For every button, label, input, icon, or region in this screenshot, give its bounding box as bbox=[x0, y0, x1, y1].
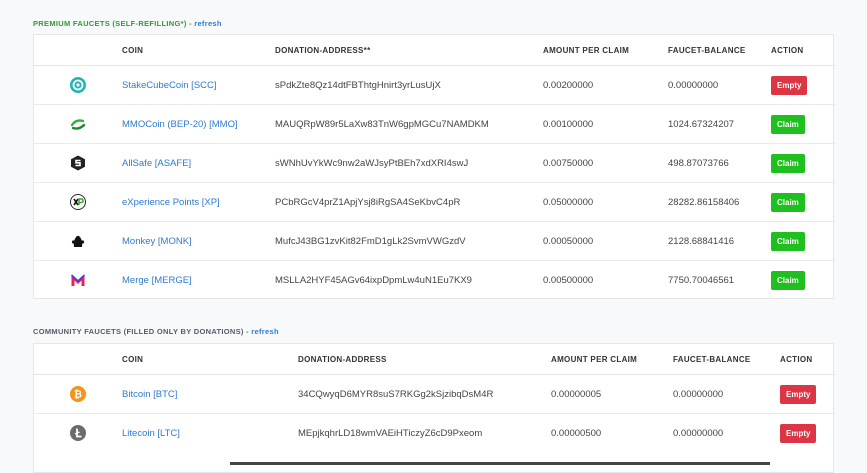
claim-button[interactable]: Claim bbox=[771, 192, 805, 212]
table-row: Merge [MERGE] MSLLA2HYF45AGv64ixpDpmLw4u… bbox=[34, 261, 835, 300]
bitcoin-icon: ₿ bbox=[70, 386, 86, 402]
community-title-text: COMMUNITY FAUCETS (FILLED ONLY BY DONATI… bbox=[33, 327, 244, 336]
donation-address: sWNhUvYkWc9nw2aWJsyPtBEh7xdXRI4swJ bbox=[275, 143, 543, 183]
faucet-balance: 28282.86158406 bbox=[668, 182, 771, 222]
donation-address: sPdkZte8Qz14dtFBThtgHnirt3yrLusUjX bbox=[275, 65, 543, 105]
table-row: eXperience Points [XP] PCbRGcV4prZ1ApjYs… bbox=[34, 182, 835, 222]
coin-link[interactable]: AllSafe [ASAFE] bbox=[122, 158, 191, 169]
table-header-row: COIN DONATION-ADDRESS AMOUNT PER CLAIM F… bbox=[34, 344, 835, 375]
address-column-header: DONATION-ADDRESS bbox=[298, 344, 551, 375]
empty-button[interactable]: Empty bbox=[780, 423, 817, 443]
faucet-balance: 0.00000000 bbox=[673, 427, 724, 439]
monkey-icon bbox=[71, 235, 85, 247]
table-row: AllSafe [ASAFE] sWNhUvYkWc9nw2aWJsyPtBEh… bbox=[34, 143, 835, 183]
table-header-row: COIN DONATION-ADDRESS** AMOUNT PER CLAIM… bbox=[34, 35, 835, 66]
premium-faucets-table-card: COIN DONATION-ADDRESS** AMOUNT PER CLAIM… bbox=[33, 34, 835, 299]
coin-link[interactable]: Bitcoin [BTC] bbox=[122, 389, 177, 400]
donation-address: PCbRGcV4prZ1ApjYsj8iRgSA4SeKbvC4pR bbox=[275, 182, 543, 222]
table-row: ₿ Bitcoin [BTC] 34CQwyqD6MYR8suS7RKGg2kS… bbox=[34, 374, 835, 414]
coin-link[interactable]: Merge [MERGE] bbox=[122, 275, 192, 286]
coin-column-header: COIN bbox=[122, 344, 298, 375]
donation-address: 34CQwyqD6MYR8suS7RKGg2kSjzibqDsM4R bbox=[298, 374, 551, 414]
donation-address: MSLLA2HYF45AGv64ixpDpmLw4uN1Eu7KX9 bbox=[275, 274, 472, 286]
donation-address: MufcJ43BG1zvKit82FmD1gLk2SvmVWGzdV bbox=[275, 221, 543, 261]
coin-link[interactable]: Monkey [MONK] bbox=[122, 236, 192, 247]
amount-per-claim: 0.00500000 bbox=[543, 274, 594, 286]
coin-link[interactable]: StakeCubeCoin [SCC] bbox=[122, 80, 217, 91]
claim-button[interactable]: Claim bbox=[771, 270, 805, 290]
premium-faucets-title: PREMIUM FAUCETS (SELF-REFILLING*) - refr… bbox=[33, 19, 222, 28]
action-column-header: ACTION bbox=[780, 344, 835, 375]
claim-button[interactable]: Claim bbox=[771, 231, 805, 251]
premium-faucets-table: COIN DONATION-ADDRESS** AMOUNT PER CLAIM… bbox=[34, 35, 835, 299]
faucet-balance: 2128.68841416 bbox=[668, 221, 771, 261]
icon-column-header bbox=[34, 35, 122, 66]
faucet-balance: 0.00000000 bbox=[673, 374, 780, 414]
merge-icon bbox=[70, 274, 86, 286]
community-faucets-table: COIN DONATION-ADDRESS AMOUNT PER CLAIM F… bbox=[34, 344, 835, 452]
claim-button[interactable]: Claim bbox=[771, 153, 805, 173]
balance-column-header: FAUCET-BALANCE bbox=[668, 35, 771, 66]
balance-column-header: FAUCET-BALANCE bbox=[673, 344, 780, 375]
amount-per-claim: 0.00100000 bbox=[543, 104, 668, 144]
premium-refresh-link[interactable]: refresh bbox=[194, 19, 222, 28]
coin-link[interactable]: eXperience Points [XP] bbox=[122, 197, 220, 208]
community-faucets-table-card: COIN DONATION-ADDRESS AMOUNT PER CLAIM F… bbox=[33, 343, 835, 473]
amount-per-claim: 0.00750000 bbox=[543, 143, 668, 183]
experience-points-icon bbox=[70, 194, 86, 210]
donation-address: MEpjkqhrLD18wmVAEiHTiczyZ6cD9Pxeom bbox=[298, 427, 483, 439]
stakecubecoin-icon bbox=[70, 77, 86, 93]
coin-link[interactable]: MMOCoin (BEP-20) [MMO] bbox=[122, 119, 238, 130]
amount-column-header: AMOUNT PER CLAIM bbox=[551, 344, 673, 375]
allsafe-icon bbox=[71, 155, 85, 171]
coin-link[interactable]: Litecoin [LTC] bbox=[122, 428, 180, 439]
icon-column-header bbox=[34, 344, 122, 375]
community-faucets-title: COMMUNITY FAUCETS (FILLED ONLY BY DONATI… bbox=[33, 327, 279, 336]
amount-column-header: AMOUNT PER CLAIM bbox=[543, 35, 668, 66]
table-row: Litecoin [LTC] MEpjkqhrLD18wmVAEiHTiczyZ… bbox=[34, 414, 835, 453]
coin-column-header: COIN bbox=[122, 35, 275, 66]
claim-button[interactable]: Claim bbox=[771, 114, 805, 134]
action-column-header: ACTION bbox=[771, 35, 835, 66]
address-column-header: DONATION-ADDRESS** bbox=[275, 35, 543, 66]
table-row: Monkey [MONK] MufcJ43BG1zvKit82FmD1gLk2S… bbox=[34, 221, 835, 261]
amount-per-claim: 0.00000500 bbox=[551, 427, 602, 439]
table-row: MMOCoin (BEP-20) [MMO] MAUQRpW89r5LaXw83… bbox=[34, 104, 835, 144]
table-row: StakeCubeCoin [SCC] sPdkZte8Qz14dtFBThtg… bbox=[34, 65, 835, 105]
faucet-balance: 7750.70046561 bbox=[668, 274, 735, 286]
faucet-balance: 498.87073766 bbox=[668, 143, 771, 183]
amount-per-claim: 0.00000005 bbox=[551, 374, 673, 414]
mmocoin-icon bbox=[70, 119, 86, 130]
empty-button[interactable]: Empty bbox=[771, 75, 808, 95]
amount-per-claim: 0.05000000 bbox=[543, 182, 668, 222]
amount-per-claim: 0.00050000 bbox=[543, 221, 668, 261]
premium-title-text: PREMIUM FAUCETS (SELF-REFILLING*) bbox=[33, 19, 187, 28]
community-refresh-link[interactable]: refresh bbox=[251, 327, 279, 336]
empty-button[interactable]: Empty bbox=[780, 384, 817, 404]
svg-text:₿: ₿ bbox=[74, 389, 82, 401]
amount-per-claim: 0.00200000 bbox=[543, 65, 668, 105]
faucet-balance: 0.00000000 bbox=[668, 65, 771, 105]
litecoin-icon bbox=[70, 425, 86, 441]
faucet-balance: 1024.67324207 bbox=[668, 104, 771, 144]
donation-address: MAUQRpW89r5LaXw83TnW6gpMGCu7NAMDKM bbox=[275, 104, 543, 144]
